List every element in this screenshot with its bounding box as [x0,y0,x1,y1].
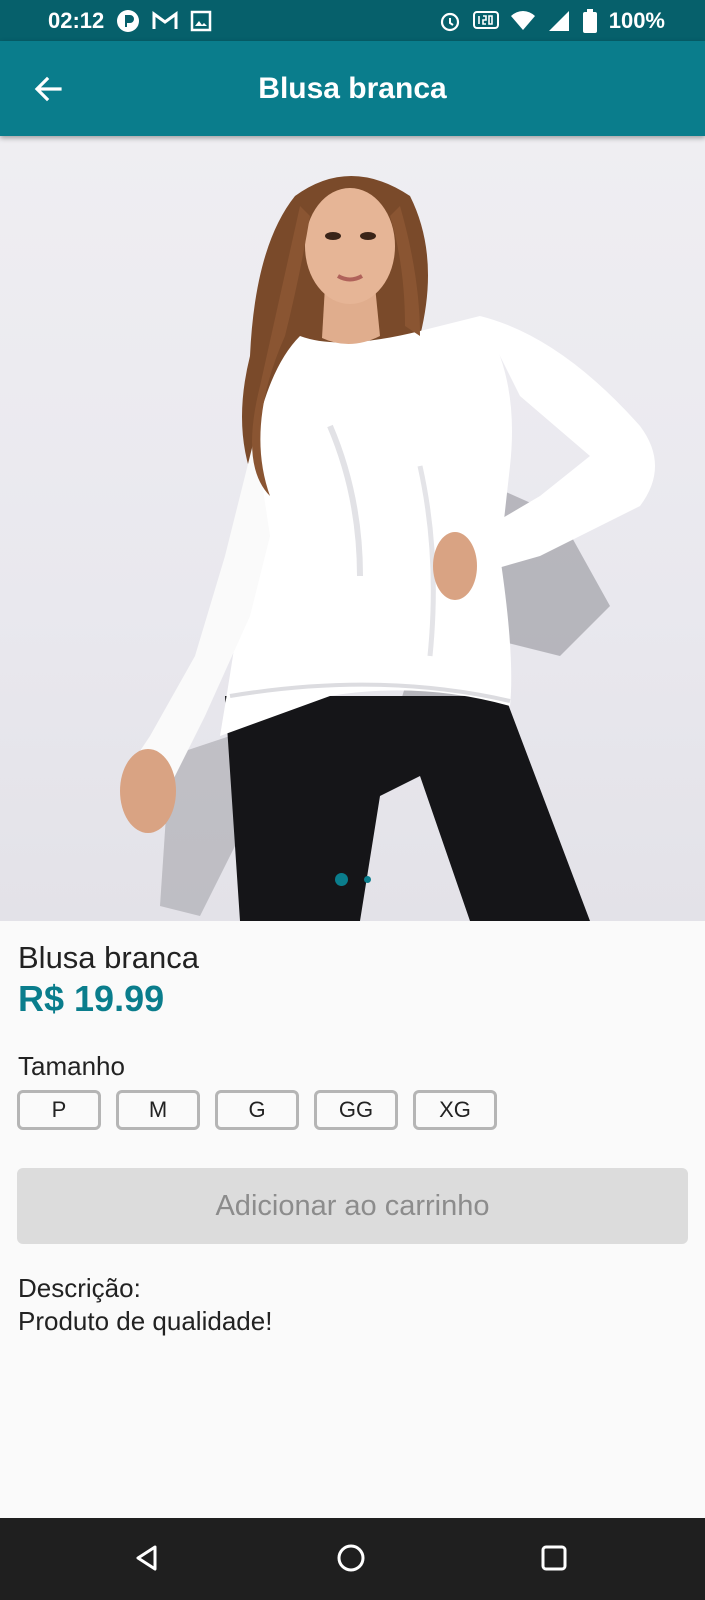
product-name: Blusa branca [18,940,199,975]
size-selector: P M G GG XG [17,1090,497,1130]
product-image-carousel[interactable] [0,136,705,921]
carousel-dot[interactable] [363,876,371,883]
status-bar-right: 100% [439,8,665,34]
size-option-gg[interactable]: GG [314,1090,398,1130]
recents-square-icon [541,1545,567,1571]
wifi-icon [510,10,535,31]
size-option-p[interactable]: P [17,1090,101,1130]
nav-recents-button[interactable] [534,1538,574,1578]
description-text: Produto de qualidade! [18,1306,273,1336]
product-price: R$ 19.99 [18,978,165,1019]
back-triangle-icon [136,1545,157,1571]
add-to-cart-button[interactable]: Adicionar ao carrinho [17,1168,688,1244]
page-title: Blusa branca [258,71,447,105]
nav-home-button[interactable] [331,1538,371,1578]
size-option-g[interactable]: G [215,1090,299,1130]
gallery-icon [190,10,212,32]
app-icon [116,9,140,33]
alarm-icon [439,10,461,32]
size-option-xg[interactable]: XG [413,1090,497,1130]
app-bar: Blusa branca [0,41,705,136]
size-label: Tamanho [18,1051,125,1081]
status-bar: 02:12 100% [0,0,705,41]
hz-120-icon [472,10,499,32]
battery-icon [582,8,597,33]
home-circle-icon [337,1544,365,1572]
back-button[interactable] [28,69,68,109]
battery-percent: 100% [608,7,665,33]
system-nav-bar [0,1518,705,1600]
description-label: Descrição: [18,1273,141,1303]
signal-icon [547,10,571,32]
status-bar-left: 02:12 [48,8,212,34]
gmail-icon [152,10,178,31]
carousel-dot-active[interactable] [334,873,348,886]
carousel-pagination [0,873,705,886]
size-option-m[interactable]: M [116,1090,200,1130]
arrow-left-icon [34,76,62,102]
status-time: 02:12 [48,7,105,33]
nav-back-button[interactable] [127,1538,167,1578]
product-photo [120,176,655,921]
